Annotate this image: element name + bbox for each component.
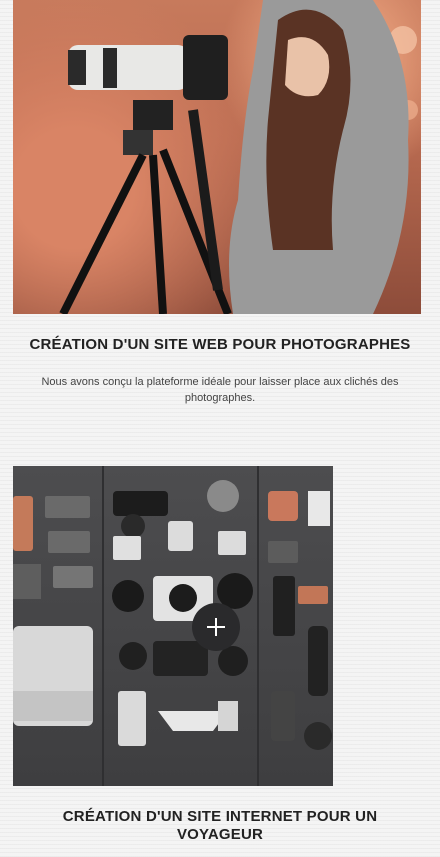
gear-flatlay-illustration [13,466,332,786]
portfolio-image-photographer[interactable] [13,0,421,314]
portfolio-image-traveler[interactable] [13,466,333,786]
plus-icon [207,618,225,636]
view-project-button[interactable] [192,603,240,651]
item-1-title[interactable]: CRÉATION D'UN SITE WEB POUR PHOTOGRAPHES [20,336,420,354]
photographer-illustration [59,0,418,314]
item-2-title[interactable]: CRÉATION D'UN SITE INTERNET POUR UN VOYA… [20,808,420,844]
item-1-description: Nous avons conçu la plateforme idéale po… [41,376,399,404]
